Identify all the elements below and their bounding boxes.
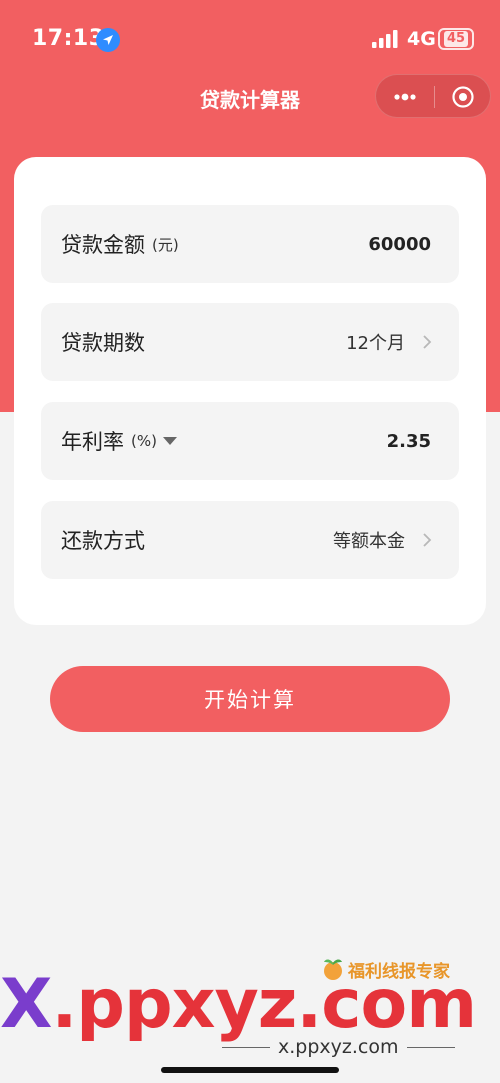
annual-rate-label-text: 年利率 <box>61 430 124 454</box>
network-type: 4G <box>407 28 436 50</box>
watermark-domain-large: X.ppxyz.com <box>0 965 477 1044</box>
loan-amount-input[interactable]: 60000 <box>368 205 431 283</box>
mini-program-capsule <box>375 74 491 118</box>
annual-rate-input[interactable]: 2.35 <box>387 402 431 480</box>
loan-amount-label: 贷款金额 (元) <box>61 205 179 283</box>
chevron-right-icon <box>423 335 432 349</box>
repayment-method-label: 还款方式 <box>61 529 145 553</box>
status-bar: 17:13 4G 45 <box>0 0 500 78</box>
repayment-method-value[interactable]: 等额本金 <box>333 501 405 579</box>
watermark-line-right <box>406 1046 455 1048</box>
watermark-domain-small: x.ppxyz.com <box>214 1036 463 1058</box>
loan-term-field[interactable]: 贷款期数 12个月 <box>41 303 459 381</box>
watermark-x: X <box>0 965 52 1044</box>
status-time: 17:13 <box>32 26 105 51</box>
loan-amount-field[interactable]: 贷款金额 (元) 60000 <box>41 205 459 283</box>
annual-rate-unit: (%) <box>131 432 157 450</box>
annual-rate-field[interactable]: 年利率 (%) 2.35 <box>41 402 459 480</box>
home-indicator[interactable] <box>161 1067 339 1073</box>
cellular-signal-icon <box>372 30 398 48</box>
annual-rate-label: 年利率 (%) <box>61 402 177 480</box>
more-dots-icon[interactable] <box>393 89 417 105</box>
loan-form-card: 贷款金额 (元) 60000 贷款期数 12个月 年利率 (%) 2.35 还款… <box>14 157 486 625</box>
location-arrow-icon <box>96 28 120 52</box>
caret-down-icon[interactable] <box>162 436 177 446</box>
watermark-domain-rest: .ppxyz.com <box>51 965 477 1044</box>
start-calculation-button[interactable]: 开始计算 <box>50 666 450 732</box>
capsule-divider <box>434 86 435 108</box>
loan-amount-label-text: 贷款金额 <box>61 233 145 257</box>
loan-amount-unit: (元) <box>152 235 179 254</box>
battery-level: 45 <box>443 31 469 47</box>
loan-term-label: 贷款期数 <box>61 331 145 355</box>
battery-icon: 45 <box>438 28 474 50</box>
chevron-right-icon <box>423 533 432 547</box>
loan-term-value[interactable]: 12个月 <box>346 303 405 381</box>
repayment-method-field[interactable]: 还款方式 等额本金 <box>41 501 459 579</box>
watermark-small-text: x.ppxyz.com <box>278 1036 399 1058</box>
watermark-line-left <box>222 1046 270 1048</box>
close-target-icon[interactable] <box>451 85 475 109</box>
